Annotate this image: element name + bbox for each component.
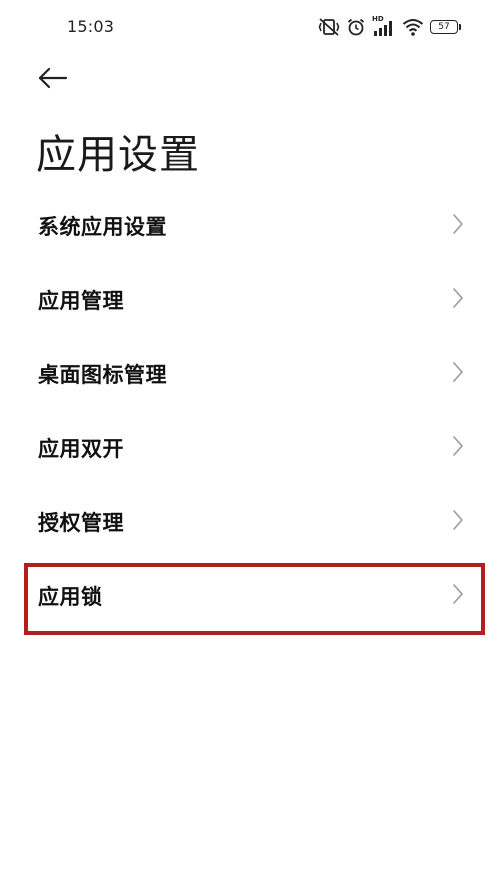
chevron-right-icon [452, 361, 464, 387]
chevron-right-icon [452, 435, 464, 461]
status-time: 15:03 [67, 17, 115, 36]
list-item-system-app-settings[interactable]: 系统应用设置 [0, 189, 500, 263]
battery-icon: 57 [430, 18, 466, 36]
chevron-right-icon [452, 583, 464, 609]
list-item-label: 应用管理 [38, 289, 124, 313]
list-item-app-lock[interactable]: 应用锁 [0, 559, 500, 633]
chevron-right-icon [452, 287, 464, 313]
back-arrow-icon [38, 67, 68, 93]
hd-signal-icon: HD [372, 15, 396, 37]
list-item-label: 系统应用设置 [38, 215, 167, 239]
chevron-right-icon [452, 509, 464, 535]
list-item-desktop-icon-management[interactable]: 桌面图标管理 [0, 337, 500, 411]
list-item-label: 应用双开 [38, 437, 124, 461]
vibrate-off-icon [318, 17, 340, 37]
list-item-permission-management[interactable]: 授权管理 [0, 485, 500, 559]
wifi-icon [402, 18, 424, 36]
list-item-label: 应用锁 [38, 585, 103, 609]
back-button[interactable] [30, 60, 78, 100]
status-icons: HD 57 [318, 15, 466, 38]
list-item-app-management[interactable]: 应用管理 [0, 263, 500, 337]
status-bar: 15:03 HD 57 [0, 0, 500, 56]
list-item-label: 桌面图标管理 [38, 363, 167, 387]
battery-cap [459, 24, 461, 30]
list-item-label: 授权管理 [38, 511, 124, 535]
battery-level: 57 [430, 20, 458, 34]
settings-list: 系统应用设置 应用管理 桌面图标管理 应用双开 授权管理 应用锁 [0, 189, 500, 633]
list-item-dual-apps[interactable]: 应用双开 [0, 411, 500, 485]
chevron-right-icon [452, 213, 464, 239]
page-title: 应用设置 [36, 132, 200, 178]
alarm-icon [346, 17, 366, 37]
